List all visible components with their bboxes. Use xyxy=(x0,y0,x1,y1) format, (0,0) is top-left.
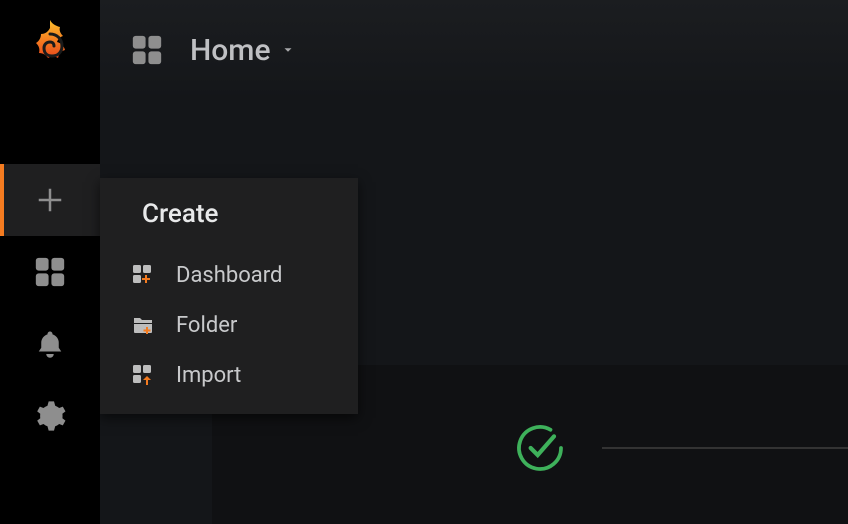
sidebar-item-create[interactable] xyxy=(0,164,100,236)
create-dashboard-label: Dashboard xyxy=(176,263,282,288)
grafana-logo-icon[interactable] xyxy=(26,18,74,74)
chevron-down-icon xyxy=(281,43,295,57)
bell-icon xyxy=(35,329,65,359)
plus-icon xyxy=(35,185,65,215)
create-import-item[interactable]: Import xyxy=(100,350,358,400)
success-check-icon xyxy=(512,420,568,476)
create-folder-label: Folder xyxy=(176,313,237,338)
sidebar-item-config[interactable] xyxy=(0,380,100,452)
sidebar-item-dashboards[interactable] xyxy=(0,236,100,308)
create-submenu-title: Create xyxy=(100,178,358,250)
create-import-label: Import xyxy=(176,363,241,388)
grid-icon xyxy=(33,255,67,289)
dashboards-breadcrumb-icon[interactable] xyxy=(130,33,164,67)
create-folder-item[interactable]: Folder xyxy=(100,300,358,350)
create-dashboard-item[interactable]: Dashboard xyxy=(100,250,358,300)
breadcrumb-home[interactable]: Home xyxy=(190,33,295,68)
create-submenu: Create Dashboard xyxy=(100,178,358,414)
panel-divider xyxy=(602,447,848,449)
grid-upload-icon xyxy=(130,363,156,387)
grid-plus-icon xyxy=(130,263,156,287)
topbar: Home xyxy=(100,0,848,100)
gear-icon xyxy=(34,400,66,432)
sidebar xyxy=(0,0,100,524)
breadcrumb-home-label: Home xyxy=(190,33,271,68)
sidebar-item-alerting[interactable] xyxy=(0,308,100,380)
folder-plus-icon xyxy=(130,313,156,337)
